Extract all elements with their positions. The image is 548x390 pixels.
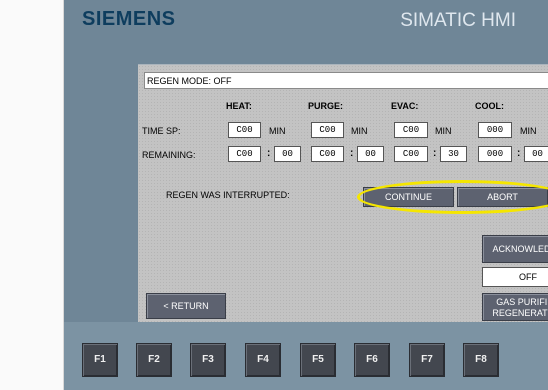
- cool-remaining-minutes: 00: [524, 146, 548, 162]
- cool-colon: :: [517, 148, 521, 159]
- regen-interrupted-label: REGEN WAS INTERRUPTED:: [166, 190, 290, 200]
- hmi-bezel: SIEMENS SIMATIC HMI T O U C H REGEN MODE…: [64, 0, 548, 390]
- regen-mode-status: REGEN MODE: OFF: [144, 72, 548, 89]
- return-button[interactable]: < RETURN: [146, 293, 226, 319]
- evac-time-sp-field[interactable]: C00: [394, 122, 428, 138]
- evac-remaining-minutes: 30: [440, 146, 467, 162]
- f3-key[interactable]: F3: [190, 343, 226, 377]
- purge-remaining-hours: C00: [311, 146, 344, 162]
- gas-purifier-regeneration-button[interactable]: GAS PURIFIER REGENERATION: [482, 293, 548, 321]
- heat-time-sp-field[interactable]: C00: [228, 122, 261, 138]
- evac-remaining-hours: C00: [394, 146, 428, 162]
- heat-remaining-hours: C00: [228, 146, 261, 162]
- evac-colon: :: [433, 148, 437, 159]
- f7-key[interactable]: F7: [409, 343, 445, 377]
- purge-colon: :: [350, 148, 354, 159]
- evac-min-unit: MIN: [435, 126, 452, 136]
- left-margin: [0, 0, 64, 390]
- header-heat: HEAT:: [226, 101, 252, 111]
- siemens-logo: SIEMENS: [82, 8, 176, 30]
- header-evac: EVAC:: [391, 101, 419, 111]
- heat-remaining-minutes: 00: [274, 146, 301, 162]
- remaining-label: REMAINING:: [142, 150, 196, 160]
- hmi-screen: REGEN MODE: OFF HEAT: PURGE: EVAC: COOL:…: [138, 64, 548, 322]
- purge-remaining-minutes: 00: [357, 146, 384, 162]
- cool-time-sp-field[interactable]: 000: [478, 122, 512, 138]
- f2-key[interactable]: F2: [136, 343, 172, 377]
- gas-purifier-label-line1: GAS PURIFIER: [496, 297, 548, 307]
- f1-key[interactable]: F1: [82, 343, 118, 377]
- cool-remaining-hours: 000: [478, 146, 512, 162]
- f8-key[interactable]: F8: [463, 343, 499, 377]
- acknowledge-status-field: OFF: [482, 267, 548, 287]
- purge-time-sp-field[interactable]: C00: [311, 122, 344, 138]
- gas-purifier-label-line2: REGENERATION: [492, 308, 548, 318]
- simatic-hmi-label: SIMATIC HMI: [400, 10, 516, 31]
- header-purge: PURGE:: [308, 101, 344, 111]
- f6-key[interactable]: F6: [354, 343, 390, 377]
- time-sp-label: TIME SP:: [142, 126, 181, 136]
- acknowledge-button[interactable]: ACKNOWLEDGE: [482, 235, 548, 263]
- cool-min-unit: MIN: [520, 126, 537, 136]
- heat-colon: :: [267, 148, 271, 159]
- f5-key[interactable]: F5: [300, 343, 336, 377]
- header-cool: COOL:: [475, 101, 504, 111]
- highlight-ellipse: [357, 180, 548, 214]
- heat-min-unit: MIN: [269, 126, 286, 136]
- f4-key[interactable]: F4: [245, 343, 281, 377]
- purge-min-unit: MIN: [351, 126, 368, 136]
